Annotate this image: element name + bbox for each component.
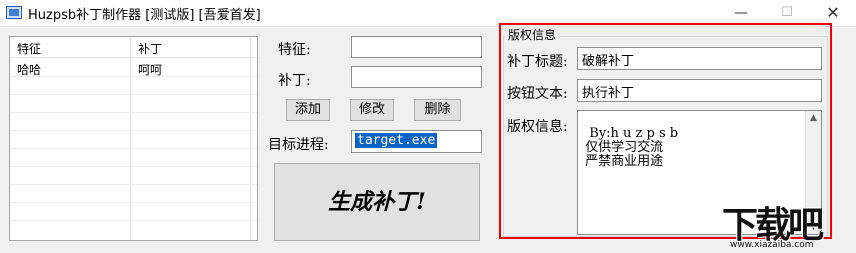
app-icon [6,6,22,19]
list-item-feature[interactable]: 哈哈 [17,61,41,78]
feature-label: 特征: [278,42,311,58]
column-divider [130,37,131,240]
copyright-info-label: 版权信息: [507,119,568,135]
patch-title-label: 补丁标题: [507,54,568,70]
button-text-input[interactable]: 执行补丁 [577,79,822,102]
patch-input[interactable] [351,66,482,88]
copyright-info-text: By:h u z p s b 仅供学习交流 严禁商业用途 [585,126,679,169]
list-item-patch[interactable]: 呵呵 [138,61,162,78]
column-header-feature[interactable]: 特征 [17,40,41,57]
list-header: 特征 补丁 [10,37,257,58]
row-divider [10,220,257,221]
edit-button[interactable]: 修改 [350,99,394,121]
delete-button[interactable]: 删除 [414,99,461,121]
button-text-label: 按钮文本: [507,86,568,102]
watermark-logo: 下载吧 www.xiazaiba.com [722,196,852,251]
row-divider [10,112,257,113]
column-header-patch[interactable]: 补丁 [138,40,162,57]
row-divider [10,130,257,131]
row-divider [10,202,257,203]
patch-title-input[interactable]: 破解补丁 [577,47,822,70]
row-divider [10,76,257,77]
target-process-input[interactable]: target.exe [351,130,482,153]
target-process-label: 目标进程: [268,137,329,153]
feature-input[interactable] [351,36,482,58]
row-divider [10,184,257,185]
scroll-up-icon[interactable]: ▲ [806,111,821,125]
patch-label: 补丁: [278,73,311,89]
generate-patch-button[interactable]: 生成补丁! [274,163,480,241]
add-button[interactable]: 添加 [286,99,330,121]
target-process-value: target.exe [355,133,438,148]
feature-patch-list[interactable]: 特征 补丁 哈哈 呵呵 [9,36,258,241]
watermark-url: www.xiazaiba.com [730,240,814,250]
row-divider [10,148,257,149]
column-divider [250,37,251,240]
row-divider [10,166,257,167]
row-divider [10,94,257,95]
window-title: Huzpsb补丁制作器 [测试版] [吾爱首发] [28,8,261,23]
